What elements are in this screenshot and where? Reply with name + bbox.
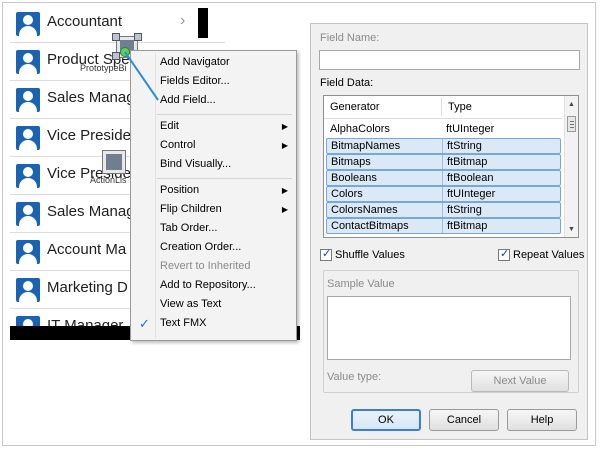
shuffle-values-label: Shuffle Values	[335, 249, 405, 261]
table-row[interactable]: ColorsNames ftString	[326, 202, 561, 218]
cell-generator: ColorsNames	[331, 204, 398, 216]
cell-type: ftBitmap	[447, 220, 488, 232]
cell-generator: ContactBitmaps	[331, 220, 409, 232]
help-button[interactable]: Help	[507, 409, 577, 431]
table-row[interactable]: AlphaColors ftUInteger	[326, 122, 561, 138]
cell-type: ftUInteger	[447, 188, 496, 200]
grid-header: Generator Type	[324, 96, 562, 119]
scroll-up-icon[interactable]: ▲	[568, 101, 575, 108]
check-icon: ✓	[322, 248, 332, 260]
cell-generator: AlphaColors	[330, 123, 390, 135]
shuffle-values-checkbox[interactable]: ✓	[320, 248, 332, 261]
repeat-values-checkbox[interactable]: ✓	[498, 248, 510, 261]
cell-type: ftUInteger	[446, 123, 495, 135]
ok-button[interactable]: OK	[351, 409, 421, 431]
table-row[interactable]: ContactBitmaps ftBitmap	[326, 218, 561, 234]
table-row[interactable]: BitmapNames ftString	[326, 138, 561, 154]
cell-type: ftString	[447, 140, 482, 152]
column-header-type[interactable]: Type	[448, 101, 472, 113]
add-field-dialog: Field Name: Field Data: Generator Type A…	[310, 23, 588, 440]
field-name-input[interactable]	[319, 50, 580, 70]
field-name-label: Field Name:	[320, 32, 380, 44]
check-icon: ✓	[500, 248, 510, 260]
field-data-label: Field Data:	[320, 77, 374, 89]
grid-scrollbar[interactable]: ▲ ▼	[564, 96, 578, 237]
cancel-button[interactable]: Cancel	[429, 409, 499, 431]
table-row[interactable]: Bitmaps ftBitmap	[326, 154, 561, 170]
cell-type: ftBitmap	[447, 156, 488, 168]
cell-generator: Booleans	[331, 172, 377, 184]
sample-value-box	[327, 296, 571, 360]
scroll-thumb[interactable]	[567, 116, 576, 132]
next-value-button[interactable]: Next Value	[471, 370, 569, 392]
sample-value-label: Sample Value	[327, 278, 395, 290]
field-data-grid[interactable]: Generator Type AlphaColors ftUInteger Bi…	[323, 95, 579, 238]
cell-type: ftBoolean	[447, 172, 494, 184]
cell-generator: BitmapNames	[331, 140, 401, 152]
column-header-generator[interactable]: Generator	[330, 101, 380, 113]
table-row[interactable]: Booleans ftBoolean	[326, 170, 561, 186]
scroll-down-icon[interactable]: ▼	[568, 226, 575, 233]
cell-generator: Bitmaps	[331, 156, 371, 168]
value-type-label: Value type:	[327, 371, 382, 383]
repeat-values-label: Repeat Values	[513, 249, 585, 261]
cell-generator: Colors	[331, 188, 363, 200]
cell-type: ftString	[447, 204, 482, 216]
table-row[interactable]: Colors ftUInteger	[326, 186, 561, 202]
